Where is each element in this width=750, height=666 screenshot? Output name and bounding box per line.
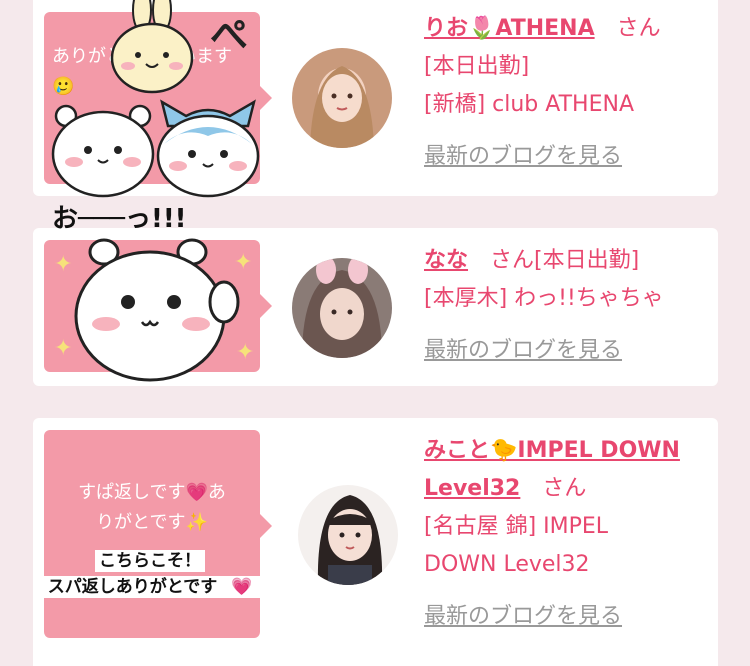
status-label: [本日出勤] <box>424 54 530 79</box>
hachiware-sticker <box>156 99 260 198</box>
chiikawa-sticker <box>74 238 240 382</box>
cast-name-link[interactable]: Level32 <box>424 476 520 501</box>
reply-bubble-text: りがとです✨ <box>96 512 208 533</box>
avatar-photo[interactable] <box>292 258 392 358</box>
reply-bubble-3: すぱ返しです💗あ りがとです✨ <box>44 430 272 638</box>
avatar-photo[interactable] <box>292 48 392 148</box>
heart-icon: 💗 <box>227 576 257 598</box>
reply-bubble-text: すぱ返しです💗あ <box>78 482 226 503</box>
caption-line: こちらこそ！ <box>95 550 205 572</box>
chiikawa-sticker <box>51 104 155 198</box>
latest-blog-link[interactable]: 最新のブログを見る <box>424 144 622 169</box>
cast-name-link[interactable]: なな <box>424 248 468 273</box>
shop-label: [新橋] club ATHENA <box>424 92 634 117</box>
latest-blog-link[interactable]: 最新のブログを見る <box>424 604 622 629</box>
san-suffix: さん <box>616 16 661 41</box>
san-suffix: さん <box>542 476 587 501</box>
shop-label: [本厚木] わっ!!ちゃちゃ <box>424 286 664 311</box>
san-suffix: さん[本日出勤] <box>490 248 640 273</box>
shop-label: [名古屋 錦] IMPEL <box>424 514 609 539</box>
cast-name-link[interactable]: りお🌷ATHENA <box>424 16 595 41</box>
caption-line: スパ返しありがとです <box>43 576 222 598</box>
cast-info-2: なな さん[本日出勤] [本厚木] わっ!!ちゃちゃ 最新のブログを見る <box>424 242 714 370</box>
shop-label: DOWN Level32 <box>424 552 590 577</box>
sticker-caption: こちらこそ！ スパ返しありがとです 💗 <box>26 548 274 600</box>
cast-name-link[interactable]: みこと🐤IMPEL DOWN <box>424 438 680 463</box>
cast-info-3: みこと🐤IMPEL DOWN Level32 さん [名古屋 錦] IMPEL D… <box>424 432 714 636</box>
latest-blog-link[interactable]: 最新のブログを見る <box>424 338 622 363</box>
pe-sticker-text: ぺ <box>210 13 249 57</box>
cast-info-1: りお🌷ATHENA さん [本日出勤] [新橋] club ATHENA 最新のブ… <box>424 10 714 176</box>
sticker-exclaim-text: お───っ!!! <box>52 204 187 234</box>
usagi-sticker <box>110 0 194 94</box>
avatar-photo[interactable] <box>298 485 398 585</box>
